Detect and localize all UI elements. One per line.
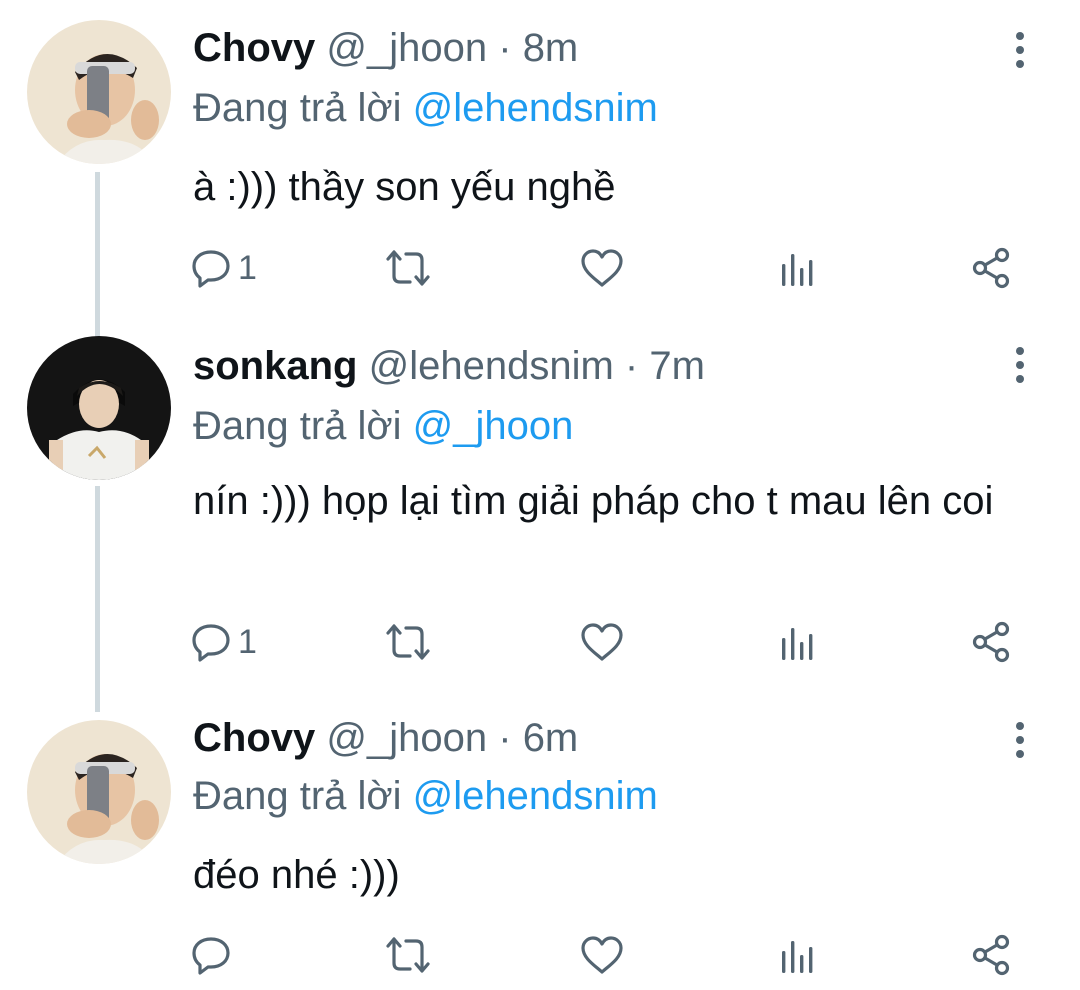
replying-to-label: Đang trả lời [193, 774, 402, 818]
display-name[interactable]: sonkang [193, 344, 357, 388]
separator: · [498, 26, 512, 70]
more-vertical-icon[interactable] [1006, 345, 1034, 385]
timestamp[interactable]: 8m [523, 26, 579, 70]
replying-to-label: Đang trả lời [193, 404, 402, 448]
tweet-text: nín :))) họp lại tìm giải pháp cho t mau… [193, 479, 994, 523]
mention-link[interactable]: @lehendsnim [413, 774, 658, 818]
tweet[interactable]: Chovy @_jhoon · 6m Đang trả lời @lehends… [0, 700, 1080, 990]
action-bar: 1 [190, 617, 1020, 667]
share-button[interactable] [970, 930, 1014, 980]
share-icon [972, 621, 1010, 663]
display-name[interactable]: Chovy [193, 26, 315, 70]
avatar[interactable] [27, 20, 171, 164]
stats-button[interactable] [778, 930, 818, 980]
stats-button[interactable] [778, 617, 818, 667]
tweet-text: đéo nhé :))) [193, 853, 400, 897]
user-handle[interactable]: @_jhoon [326, 716, 487, 760]
reply-icon [192, 624, 230, 662]
retweet-icon [386, 250, 430, 286]
avatar[interactable] [27, 336, 171, 480]
retweet-button[interactable] [385, 243, 431, 293]
reply-button[interactable]: 1 [190, 617, 257, 667]
like-button[interactable] [580, 243, 624, 293]
retweet-button[interactable] [385, 930, 431, 980]
replying-to: Đang trả lời @lehendsnim [193, 772, 658, 820]
tweet-text: à :))) thầy son yếu nghề [193, 165, 616, 209]
more-vertical-icon[interactable] [1006, 30, 1034, 70]
retweet-icon [386, 937, 430, 973]
mention-link[interactable]: @lehendsnim [413, 86, 658, 130]
tweet[interactable]: Chovy @_jhoon · 8m Đang trả lời @lehends… [0, 0, 1080, 330]
heart-icon [581, 249, 623, 287]
avatar[interactable] [27, 720, 171, 864]
stats-icon [782, 941, 813, 973]
stats-icon [782, 628, 813, 660]
action-bar: 1 [190, 243, 1020, 293]
share-button[interactable] [970, 243, 1014, 293]
tweet-header: sonkang @lehendsnim · 7m [193, 342, 705, 390]
action-bar [190, 930, 1020, 980]
stats-icon [782, 254, 813, 286]
heart-icon [581, 623, 623, 661]
tweet-header: Chovy @_jhoon · 6m [193, 714, 578, 762]
replying-to: Đang trả lời @lehendsnim [193, 84, 658, 132]
separator: · [498, 716, 512, 760]
reply-button[interactable] [190, 930, 238, 980]
reply-count: 1 [238, 248, 257, 287]
mention-link[interactable]: @_jhoon [413, 404, 574, 448]
display-name[interactable]: Chovy [193, 716, 315, 760]
replying-to-label: Đang trả lời [193, 86, 402, 130]
timestamp[interactable]: 7m [649, 344, 705, 388]
like-button[interactable] [580, 617, 624, 667]
replying-to: Đang trả lời @_jhoon [193, 402, 573, 450]
reply-count: 1 [238, 622, 257, 661]
separator: · [624, 344, 639, 388]
reply-icon [192, 937, 230, 975]
share-button[interactable] [970, 617, 1014, 667]
timestamp[interactable]: 6m [523, 716, 579, 760]
like-button[interactable] [580, 930, 624, 980]
reply-button[interactable]: 1 [190, 243, 257, 293]
tweet-header: Chovy @_jhoon · 8m [193, 24, 578, 72]
stats-button[interactable] [778, 243, 818, 293]
retweet-button[interactable] [385, 617, 431, 667]
heart-icon [581, 936, 623, 974]
share-icon [972, 934, 1010, 976]
more-vertical-icon[interactable] [1006, 720, 1034, 760]
tweet[interactable]: sonkang @lehendsnim · 7m Đang trả lời @_… [0, 330, 1080, 700]
share-icon [972, 247, 1010, 289]
retweet-icon [386, 624, 430, 660]
reply-icon [192, 250, 230, 288]
user-handle[interactable]: @lehendsnim [369, 344, 614, 388]
user-handle[interactable]: @_jhoon [326, 26, 487, 70]
